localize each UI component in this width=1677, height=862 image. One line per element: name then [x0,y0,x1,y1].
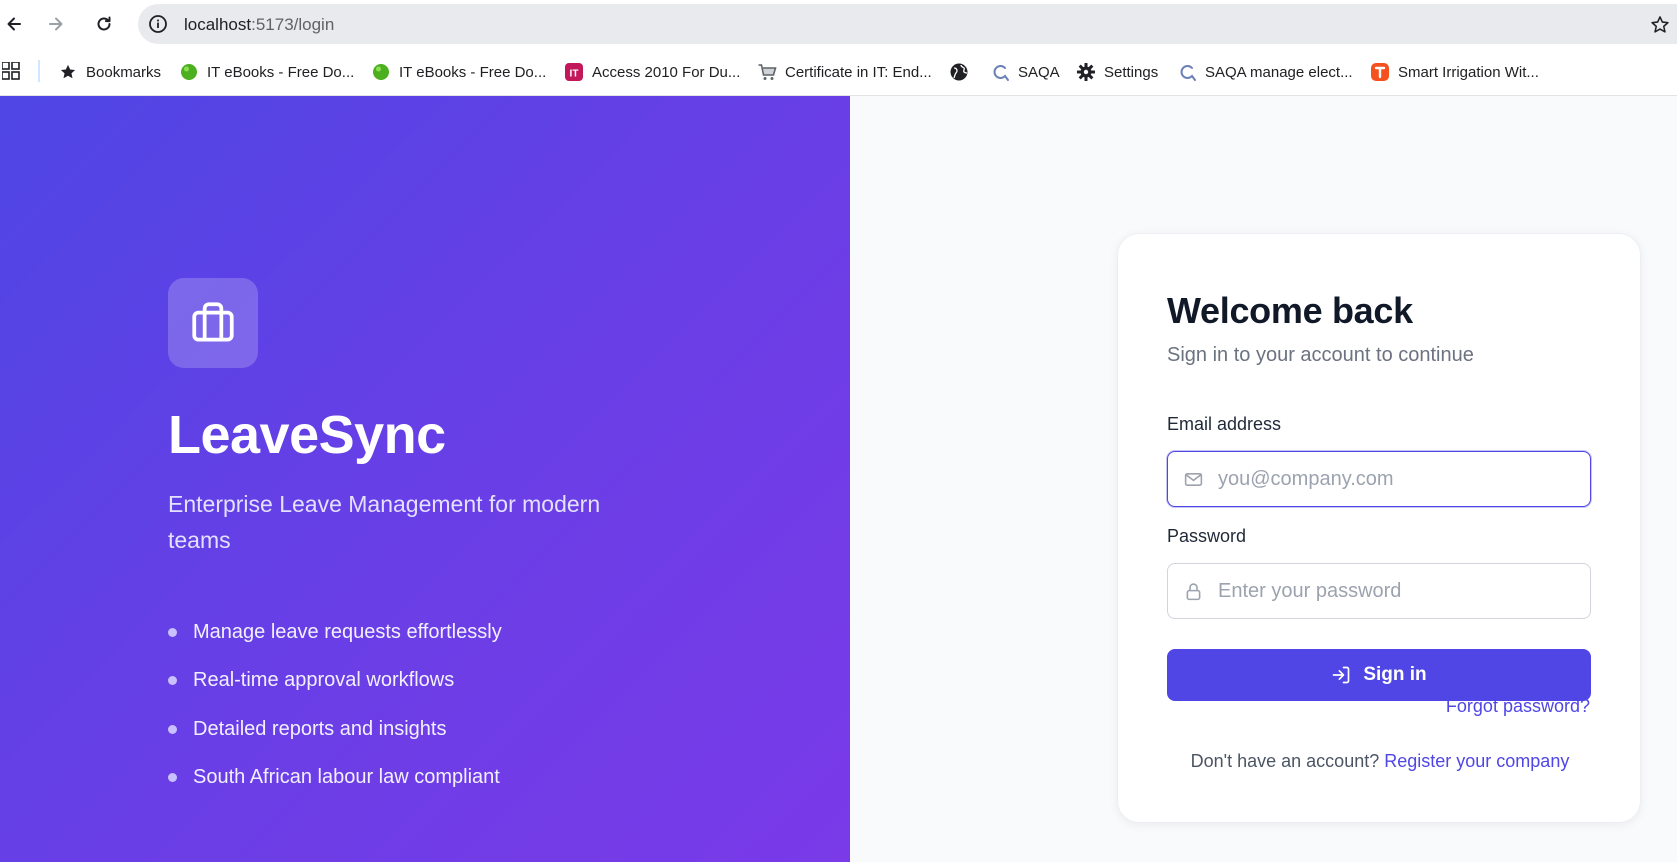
lock-icon [1182,580,1204,602]
email-input[interactable] [1218,467,1578,491]
globe-icon [949,62,969,82]
star-icon [58,62,78,82]
no-account-text: Don't have an account? [1190,751,1380,771]
bookmark-label: Certificate in IT: End... [785,63,932,81]
bookmark-item[interactable]: Bookmarks [58,59,161,85]
sign-in-label: Sign in [1363,664,1427,685]
browser-toolbar: localhost:5173/login [0,0,1677,48]
bookmark-item[interactable]: IT eBooks - Free Do... [179,59,354,85]
feature-item: South African labour law compliant [168,754,502,803]
feature-text: Detailed reports and insights [193,717,447,740]
bookmark-label: Bookmarks [86,63,162,81]
mail-icon [1182,468,1204,490]
sign-in-icon [1332,666,1350,684]
bullet-icon [168,773,177,783]
bookmark-item[interactable] [949,59,969,85]
svg-text:IT: IT [570,69,579,80]
bookmark-label: Settings [1104,63,1159,81]
register-company-link[interactable]: Register your company [1384,751,1569,771]
password-field[interactable] [1167,563,1591,619]
gear-icon [1076,62,1096,82]
feature-text: Real-time approval workflows [193,669,455,692]
saqa-icon [990,62,1010,82]
feature-list: Manage leave requests effortlessly Real-… [168,608,502,802]
feature-item: Real-time approval workflows [168,657,502,706]
feature-text: Manage leave requests effortlessly [193,620,502,643]
bookmark-label: IT eBooks - Free Do... [399,63,547,81]
address-bar[interactable]: localhost:5173/login [138,4,1677,44]
bookmark-star-icon[interactable] [1649,14,1671,36]
bookmark-item[interactable]: IT eBooks - Free Do... [371,59,546,85]
login-card: Welcome back Sign in to your account to … [1117,233,1641,823]
bullet-icon [168,676,177,686]
bookmarks-bar: Bookmarks IT eBooks - Free Do... IT eBoo… [0,48,1677,96]
feature-item: Manage leave requests effortlessly [168,608,502,657]
feature-text: South African labour law compliant [193,766,500,789]
green-ball-icon [371,62,391,82]
apps-grid-icon[interactable] [2,62,20,80]
orange-tool-icon [1370,62,1390,82]
it-logo-icon: IT [564,62,584,82]
bookmark-item[interactable]: Certificate in IT: End... [757,59,932,85]
register-prompt: Don't have an account? Register your com… [1118,751,1642,772]
email-field[interactable] [1167,451,1591,507]
bookmark-item[interactable]: SAQA [990,59,1060,85]
logo [168,278,258,368]
saqa-icon [1177,62,1197,82]
bookmark-label: IT eBooks - Free Do... [207,63,355,81]
login-page: LeaveSync Enterprise Leave Management fo… [0,96,1677,862]
cart-icon [757,62,777,82]
login-panel: Welcome back Sign in to your account to … [850,96,1677,862]
hero-panel: LeaveSync Enterprise Leave Management fo… [0,96,850,862]
feature-item: Detailed reports and insights [168,705,502,754]
bookmark-item[interactable]: Settings [1076,59,1158,85]
reload-icon [97,16,111,31]
back-button[interactable] [0,8,30,40]
forgot-password-link[interactable]: Forgot password? [1446,696,1590,717]
password-input[interactable] [1218,579,1578,603]
bookmark-label: Smart Irrigation Wit... [1398,63,1539,81]
green-ball-icon [179,62,199,82]
forward-button[interactable] [40,8,72,40]
url-path: :5173/login [251,15,335,34]
url-host: localhost [184,15,252,34]
brand-name: LeaveSync [168,405,446,465]
bookmark-label: SAQA [1018,63,1060,81]
site-info-icon[interactable] [148,14,168,34]
arrow-right-icon [49,17,63,31]
brand-tagline: Enterprise Leave Management for modern t… [168,491,601,553]
briefcase-icon [192,302,234,342]
password-label: Password [1167,526,1247,546]
arrow-left-icon [7,17,21,31]
login-title: Welcome back [1167,290,1413,331]
email-label: Email address [1167,414,1282,434]
bullet-icon [168,724,177,734]
url-text[interactable]: localhost:5173/login [184,15,334,35]
bookmark-label: SAQA manage elect... [1205,63,1353,81]
bookmark-item[interactable]: Smart Irrigation Wit... [1370,59,1539,85]
bookmark-item[interactable]: IT Access 2010 For Du... [564,59,740,85]
sign-in-button[interactable]: Sign in [1167,649,1591,701]
bullet-icon [168,627,177,637]
reload-button[interactable] [88,8,120,40]
bookmarks-separator [38,60,40,82]
bookmark-label: Access 2010 For Du... [592,63,741,81]
bookmark-item[interactable]: SAQA manage elect... [1177,59,1353,85]
login-subtitle: Sign in to your account to continue [1167,344,1474,366]
